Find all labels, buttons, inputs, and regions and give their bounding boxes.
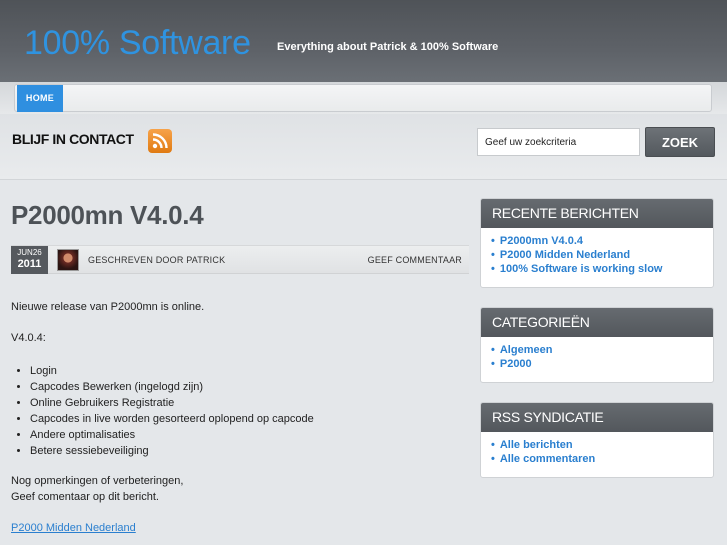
recent-post-link[interactable]: P2000mn V4.0.4: [491, 234, 713, 248]
site-header: 100% Software Everything about Patrick &…: [0, 0, 727, 84]
post-comment-link[interactable]: GEEF COMMENTAAR: [368, 255, 462, 265]
contact-search-bar: BLIJF IN CONTACT ZOEK: [0, 114, 727, 180]
list-item: Login: [30, 363, 314, 379]
category-link[interactable]: Algemeen: [491, 343, 713, 357]
widget-title: RECENTE BERICHTEN: [481, 199, 713, 228]
rss-icon-graphic: [152, 133, 168, 149]
rss-link[interactable]: Alle berichten: [491, 438, 713, 452]
categories-list: Algemeen P2000: [481, 337, 713, 371]
post-intro: Nieuwe release van P2000mn is online.: [11, 301, 205, 313]
nav-menu: HOME: [14, 84, 712, 112]
post-meta-bar: JUN26 2011 GESCHREVEN DOOR PATRICK GEEF …: [11, 245, 469, 274]
widget-title: CATEGORIEËN: [481, 308, 713, 337]
nav-item-home[interactable]: HOME: [17, 85, 63, 112]
search-input[interactable]: [477, 128, 640, 156]
widget-title: RSS SYNDICATIE: [481, 403, 713, 432]
post-date-year: 2011: [17, 258, 42, 270]
post-date-badge: JUN26 2011: [11, 246, 48, 274]
rss-links-list: Alle berichten Alle commentaren: [481, 432, 713, 466]
rss-feed-icon[interactable]: [148, 129, 172, 153]
site-title-link[interactable]: 100% Software: [24, 24, 251, 63]
recent-posts-list: P2000mn V4.0.4 P2000 Midden Nederland 10…: [481, 228, 713, 276]
list-item: Capcodes in live worden gesorteerd oplop…: [30, 411, 314, 427]
post-version-heading: V4.0.4:: [11, 332, 46, 344]
recent-post-link[interactable]: P2000 Midden Nederland: [491, 248, 713, 262]
list-item: Capcodes Bewerken (ingelogd zijn): [30, 379, 314, 395]
post-closing-line-2: Geef comentaar op dit bericht.: [11, 491, 159, 503]
contact-label: BLIJF IN CONTACT: [12, 131, 134, 147]
post-title[interactable]: P2000mn V4.0.4: [11, 200, 204, 231]
rss-link[interactable]: Alle commentaren: [491, 452, 713, 466]
author-avatar: [57, 249, 79, 271]
category-link[interactable]: P2000: [491, 357, 713, 371]
post-author[interactable]: GESCHREVEN DOOR PATRICK: [88, 255, 225, 265]
post-closing-line-1: Nog opmerkingen of verbeteringen,: [11, 475, 184, 487]
widget-recent-posts: RECENTE BERICHTEN P2000mn V4.0.4 P2000 M…: [480, 198, 714, 288]
widget-categories: CATEGORIEËN Algemeen P2000: [480, 307, 714, 383]
list-item: Online Gebruikers Registratie: [30, 395, 314, 411]
list-item: Andere optimalisaties: [30, 427, 314, 443]
search-button[interactable]: ZOEK: [645, 127, 715, 157]
related-post-link[interactable]: P2000 Midden Nederland: [11, 522, 136, 534]
post-feature-list: Login Capcodes Bewerken (ingelogd zijn) …: [30, 363, 314, 459]
site-tagline: Everything about Patrick & 100% Software: [277, 41, 499, 53]
recent-post-link[interactable]: 100% Software is working slow: [491, 262, 713, 276]
list-item: Betere sessiebeveiliging: [30, 443, 314, 459]
main-navigation: HOME: [0, 82, 727, 114]
widget-rss-syndication: RSS SYNDICATIE Alle berichten Alle comme…: [480, 402, 714, 478]
post-date-month-day: JUN26: [17, 248, 42, 257]
